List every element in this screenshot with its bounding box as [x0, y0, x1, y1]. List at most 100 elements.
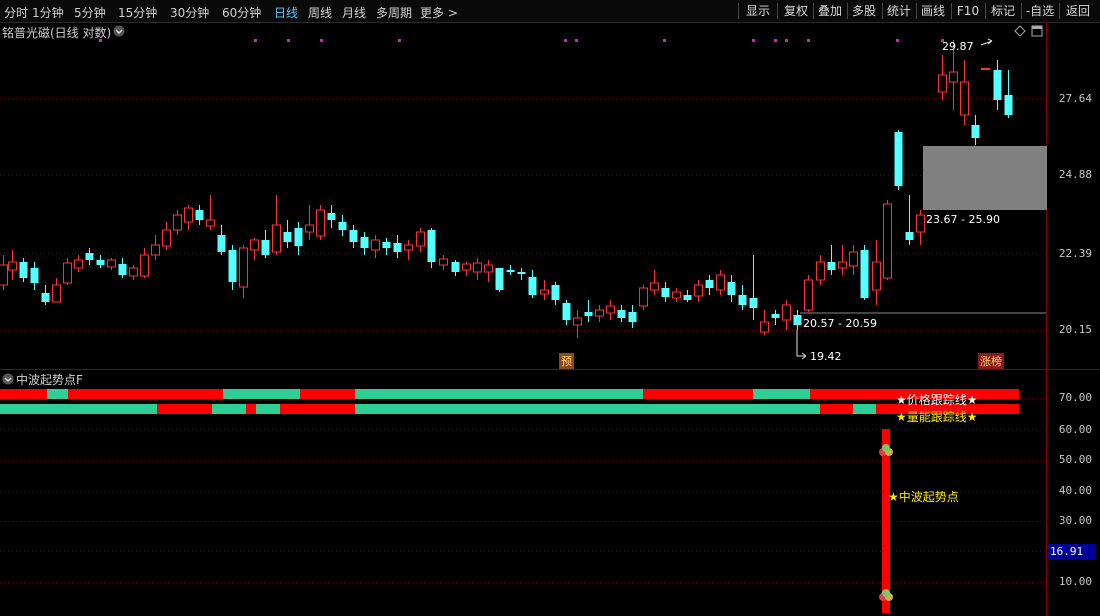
candle-down [327, 205, 336, 228]
candle-up [74, 255, 83, 272]
indicator-name: 中波起势点F [16, 373, 83, 387]
band-segment [300, 389, 355, 399]
candle-up [804, 275, 813, 312]
candle-up [838, 245, 847, 275]
low-arrow-icon [796, 330, 807, 360]
signal-dot [575, 39, 578, 42]
candle-down [771, 310, 780, 325]
candle-down [1004, 70, 1013, 118]
candle-up [305, 205, 314, 240]
candle-down [551, 282, 560, 305]
forecast-marker[interactable]: 预 [559, 353, 574, 369]
price-tick: 20.15 [1058, 323, 1092, 336]
candle-down [971, 115, 980, 145]
indicator-tick: 40.00 [1058, 484, 1092, 497]
band-segment [853, 404, 876, 414]
signal-dot [320, 39, 323, 42]
candle-down [993, 60, 1002, 110]
candle-down [562, 300, 571, 325]
candle-up [140, 248, 149, 278]
candle-down [30, 262, 39, 290]
candle-down [85, 248, 94, 265]
candle-up [760, 310, 769, 335]
indicator-tick: 30.00 [1058, 514, 1092, 527]
candle-down [705, 275, 714, 295]
candle-down [96, 255, 105, 268]
candle-up [639, 285, 648, 310]
candle-up [371, 235, 380, 258]
candle-down [451, 260, 460, 276]
candle-up [462, 262, 471, 276]
candle-down [294, 222, 303, 255]
candle-up [184, 205, 193, 230]
candle-down [360, 232, 369, 255]
candles [0, 40, 1013, 338]
candle-up [606, 300, 615, 320]
band-segment [820, 404, 853, 414]
chevron-down-icon[interactable] [2, 373, 14, 385]
candle-up [883, 200, 892, 280]
candle-down [528, 270, 537, 298]
band-segment [355, 389, 643, 399]
candle-up [916, 210, 925, 245]
candle-up [129, 265, 138, 280]
band-segment [0, 389, 47, 399]
candle-down [894, 130, 903, 190]
candle-up [0, 255, 8, 290]
candle-up [107, 258, 116, 270]
signal-dot [287, 39, 290, 42]
low-price-label: 19.42 [810, 350, 842, 363]
candle-up [8, 250, 17, 280]
candle-up [162, 222, 171, 250]
volume-track-label: ★量能跟踪线★ [896, 410, 978, 424]
candle-down [738, 285, 747, 310]
candle-up [473, 258, 482, 280]
current-value-badge: 16.91 [1048, 544, 1096, 559]
candle-up [206, 195, 215, 230]
candle-up [404, 240, 413, 260]
price-tick: 27.64 [1058, 92, 1092, 105]
candle-down [217, 225, 226, 255]
signal-dot [785, 39, 788, 42]
candle-up [573, 310, 582, 338]
indicator-tick: 50.00 [1058, 453, 1092, 466]
candle-up [239, 245, 248, 298]
candle-down [905, 195, 914, 245]
signal-dot [774, 39, 777, 42]
candle-up [938, 55, 947, 100]
candle-down [628, 305, 637, 328]
band-segment [280, 404, 355, 414]
candle-down [393, 235, 402, 258]
candle-up [272, 195, 281, 255]
candle-down [584, 300, 593, 322]
candle-down [427, 228, 436, 268]
price-track-label: ★价格跟踪线★ [896, 393, 978, 407]
candle-up [540, 280, 549, 300]
band-segment [212, 404, 246, 414]
indicator-tick: 70.00 [1058, 391, 1092, 404]
signal-dot [99, 39, 102, 42]
band-segment [753, 389, 810, 399]
band-segment [643, 389, 753, 399]
band-segment [68, 389, 223, 399]
candlestick-chart[interactable] [0, 0, 1100, 616]
candle-up [416, 228, 425, 252]
candle-down [495, 268, 504, 292]
high-arrow-icon [980, 38, 993, 46]
candle-up [816, 255, 825, 285]
signal-dot [896, 39, 899, 42]
candle-up [716, 270, 725, 295]
candle-up [316, 205, 325, 240]
candle-up [960, 60, 969, 125]
range-upper-label: 23.67 - 25.90 [926, 213, 1000, 226]
top-list-marker[interactable]: 涨榜 [978, 353, 1004, 369]
candle-down [727, 275, 736, 302]
candle-up [439, 255, 448, 270]
indicator-tick: 10.00 [1058, 575, 1092, 588]
band-segment [223, 389, 300, 399]
candle-up [63, 258, 72, 285]
signal-bar [882, 429, 890, 613]
signal-dot [752, 39, 755, 42]
candle-down [683, 290, 692, 302]
candle-up [782, 300, 791, 330]
